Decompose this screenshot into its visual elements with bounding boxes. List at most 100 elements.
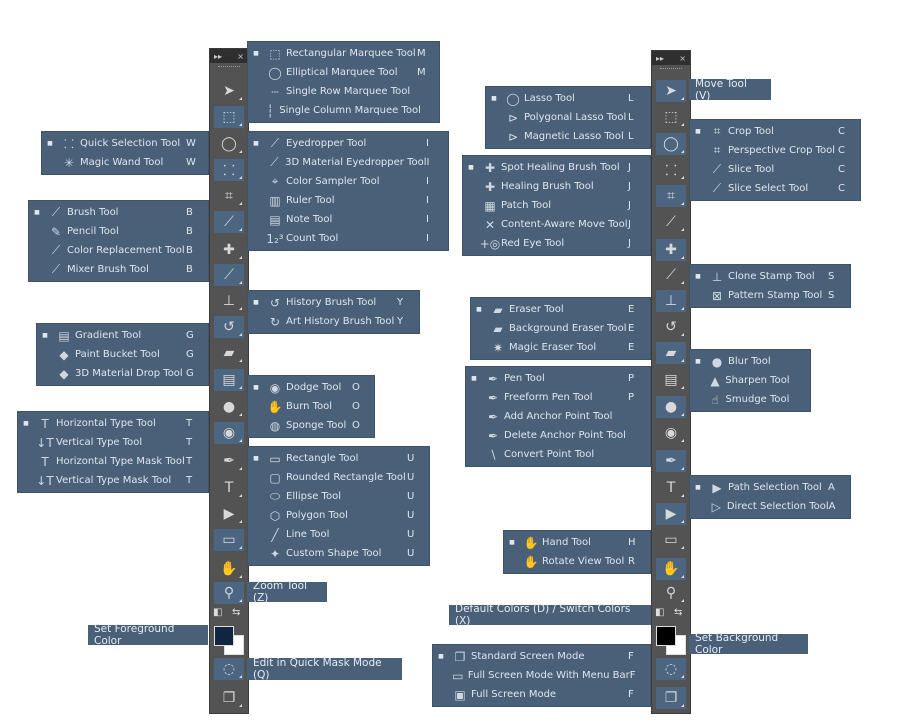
tool-eyedropper-button[interactable]: ⟋: [656, 211, 686, 233]
tool-quick-selection-button[interactable]: ⸬: [656, 159, 686, 181]
menu-item-paint-bucket-tool[interactable]: ◆ Paint Bucket Tool G: [37, 345, 208, 364]
menu-item-lasso-tool[interactable]: ■ ◯ Lasso Tool L: [486, 89, 650, 108]
menu-item-gradient-tool[interactable]: ■ ▤ Gradient Tool G: [37, 326, 208, 345]
menu-item-perspective-crop-tool[interactable]: ⌗ Perspective Crop Tool C: [690, 141, 860, 160]
tool-blur-button[interactable]: ●: [214, 396, 244, 418]
menu-item-blur-tool[interactable]: ■ ● Blur Tool: [690, 352, 810, 371]
tool-gradient-button[interactable]: ▤: [656, 369, 686, 391]
tool-hand-button[interactable]: ✋: [656, 558, 686, 580]
drag-grip[interactable]: [660, 68, 682, 75]
menu-item-magic-eraser-tool[interactable]: ✷ Magic Eraser Tool E: [471, 338, 650, 357]
tool-eraser-button[interactable]: ▰: [214, 342, 244, 364]
tool-zoom-button[interactable]: ⚲: [214, 582, 244, 604]
menu-item-freeform-pen-tool[interactable]: ✒ Freeform Pen Tool P: [466, 388, 650, 407]
menu-item-color-replacement-tool[interactable]: ⟋ Color Replacement Tool B: [29, 241, 208, 260]
tool-blur-button[interactable]: ●: [656, 396, 686, 418]
menu-item-eyedropper-tool[interactable]: ■ ⟋ Eyedropper Tool I: [248, 134, 448, 153]
close-icon[interactable]: ×: [237, 52, 244, 61]
tool-type-button[interactable]: T: [656, 477, 686, 499]
tool-eyedropper-button[interactable]: ⟋: [214, 211, 244, 233]
collapse-icon[interactable]: ▸▸: [214, 52, 222, 61]
tool-hand-button[interactable]: ✋: [214, 558, 244, 580]
menu-item-count-tool[interactable]: 1₂³ Count Tool I: [248, 229, 448, 248]
menu-item-clone-stamp-tool[interactable]: ■ ⊥ Clone Stamp Tool S: [690, 267, 850, 286]
tool-rectangle-button[interactable]: ▭: [214, 529, 244, 551]
tool-pen-button[interactable]: ✒: [214, 450, 244, 472]
menu-item-path-selection-tool[interactable]: ■ ▶ Path Selection Tool A: [690, 478, 850, 497]
menu-item-sharpen-tool[interactable]: ▲ Sharpen Tool: [690, 371, 810, 390]
menu-item-ellipse-tool[interactable]: ⬭ Ellipse Tool U: [248, 487, 429, 506]
menu-item-art-history-brush-tool[interactable]: ↻ Art History Brush Tool Y: [248, 312, 419, 331]
screen-mode-button[interactable]: ❐: [656, 687, 686, 709]
tool-type-button[interactable]: T: [214, 477, 244, 499]
menu-item-custom-shape-tool[interactable]: ✦ Custom Shape Tool U: [248, 544, 429, 563]
menu-item-polygon-tool[interactable]: ⬡ Polygon Tool U: [248, 506, 429, 525]
menu-item-brush-tool[interactable]: ■ ⟋ Brush Tool B: [29, 203, 208, 222]
menu-item-ruler-tool[interactable]: ▥ Ruler Tool I: [248, 191, 448, 210]
tool-healing-button[interactable]: ✚: [656, 239, 686, 261]
menu-item-content-aware-move-tool[interactable]: ✕ Content-Aware Move Tool J: [463, 215, 650, 234]
screen-mode-button[interactable]: ❐: [214, 687, 244, 709]
tool-zoom-button[interactable]: ⚲: [656, 582, 686, 604]
menu-item-full-screen-mode[interactable]: ▣ Full Screen Mode F: [433, 685, 650, 704]
menu-item-pencil-tool[interactable]: ✎ Pencil Tool B: [29, 222, 208, 241]
quick-mask-button[interactable]: ◌: [656, 658, 686, 680]
menu-item-rectangular-marquee-tool[interactable]: ■ ⬚ Rectangular Marquee Tool M: [248, 44, 439, 63]
menu-item-quick-selection-tool[interactable]: ■ ⸬ Quick Selection Tool W: [42, 134, 208, 153]
menu-item-healing-brush-tool[interactable]: ✚ Healing Brush Tool J: [463, 177, 650, 196]
tool-crop-button[interactable]: ⌗: [656, 185, 686, 207]
menu-item-dodge-tool[interactable]: ■ ◉ Dodge Tool O: [248, 378, 374, 397]
default-colors-icon[interactable]: ◧: [213, 607, 222, 618]
tool-history-brush-button[interactable]: ↺: [214, 316, 244, 338]
menu-item-color-sampler-tool[interactable]: ⌖ Color Sampler Tool I: [248, 172, 448, 191]
menu-item-elliptical-marquee-tool[interactable]: ◯ Elliptical Marquee Tool M: [248, 63, 439, 82]
tool-dodge-button[interactable]: ◉: [656, 422, 686, 444]
tool-move-button[interactable]: ➤: [214, 80, 244, 102]
tool-lasso-button[interactable]: ◯: [214, 133, 244, 155]
tool-stamp-button[interactable]: ⊥: [656, 290, 686, 312]
menu-item-rounded-rectangle-tool[interactable]: ▢ Rounded Rectangle Tool U: [248, 468, 429, 487]
tool-gradient-button[interactable]: ▤: [214, 369, 244, 391]
menu-item-slice-select-tool[interactable]: ⟋ Slice Select Tool C: [690, 179, 860, 198]
menu-item-3d-material-eyedropper-tool[interactable]: ⟋ 3D Material Eyedropper Tool I: [248, 153, 448, 172]
tool-quick-selection-button[interactable]: ⸬: [214, 159, 244, 181]
menu-item-rotate-view-tool[interactable]: ✋ Rotate View Tool R: [504, 552, 650, 571]
menu-item-pen-tool[interactable]: ■ ✒ Pen Tool P: [466, 369, 650, 388]
tool-brush-button[interactable]: ⟋: [656, 264, 686, 286]
tool-dodge-button[interactable]: ◉: [214, 422, 244, 444]
menu-item-history-brush-tool[interactable]: ■ ↺ History Brush Tool Y: [248, 293, 419, 312]
tool-healing-button[interactable]: ✚: [214, 239, 244, 261]
switch-colors-icon[interactable]: ⇆: [232, 607, 240, 618]
menu-item-rectangle-tool[interactable]: ■ ▭ Rectangle Tool U: [248, 449, 429, 468]
menu-item-full-screen-mode-with-menu-bar[interactable]: ▭ Full Screen Mode With Menu Bar F: [433, 666, 650, 685]
menu-item-add-anchor-point-tool[interactable]: ✒ Add Anchor Point Tool: [466, 407, 650, 426]
tool-move-button[interactable]: ➤: [656, 80, 686, 102]
menu-item-standard-screen-mode[interactable]: ■ ❐ Standard Screen Mode F: [433, 647, 650, 666]
menu-item-crop-tool[interactable]: ■ ⌗ Crop Tool C: [690, 122, 860, 141]
menu-item-magic-wand-tool[interactable]: ✳ Magic Wand Tool W: [42, 153, 208, 172]
menu-item-polygonal-lasso-tool[interactable]: ⊳ Polygonal Lasso Tool L: [486, 108, 650, 127]
menu-item-note-tool[interactable]: ▤ Note Tool I: [248, 210, 448, 229]
tool-brush-button[interactable]: ⟋: [214, 264, 244, 286]
menu-item-horizontal-type-mask-tool[interactable]: T Horizontal Type Mask Tool T: [18, 452, 208, 471]
menu-item-burn-tool[interactable]: ✋ Burn Tool O: [248, 397, 374, 416]
menu-item-horizontal-type-tool[interactable]: ■ T Horizontal Type Tool T: [18, 414, 208, 433]
tool-marquee-button[interactable]: ⬚: [214, 106, 244, 128]
tool-path-selection-button[interactable]: ▶: [656, 503, 686, 525]
tool-crop-button[interactable]: ⌗: [214, 185, 244, 207]
menu-item-spot-healing-brush-tool[interactable]: ■ ✚ Spot Healing Brush Tool J: [463, 158, 650, 177]
tool-history-brush-button[interactable]: ↺: [656, 316, 686, 338]
tool-lasso-button[interactable]: ◯: [656, 133, 686, 155]
menu-item-vertical-type-mask-tool[interactable]: ↓T Vertical Type Mask Tool T: [18, 471, 208, 490]
tool-path-selection-button[interactable]: ▶: [214, 503, 244, 525]
quick-mask-button[interactable]: ◌: [214, 658, 244, 680]
menu-item-3d-material-drop-tool[interactable]: ◆ 3D Material Drop Tool G: [37, 364, 208, 383]
switch-colors-icon[interactable]: ⇆: [674, 607, 682, 618]
menu-item-pattern-stamp-tool[interactable]: ⊠ Pattern Stamp Tool S: [690, 286, 850, 305]
menu-item-sponge-tool[interactable]: ◍ Sponge Tool O: [248, 416, 374, 435]
menu-item-background-eraser-tool[interactable]: ▰ Background Eraser Tool E: [471, 319, 650, 338]
menu-item-single-column-marquee-tool[interactable]: ┆ Single Column Marquee Tool: [248, 101, 439, 120]
foreground-color-swatch[interactable]: [656, 626, 676, 646]
menu-item-patch-tool[interactable]: ▦ Patch Tool J: [463, 196, 650, 215]
default-colors-icon[interactable]: ◧: [655, 607, 664, 618]
